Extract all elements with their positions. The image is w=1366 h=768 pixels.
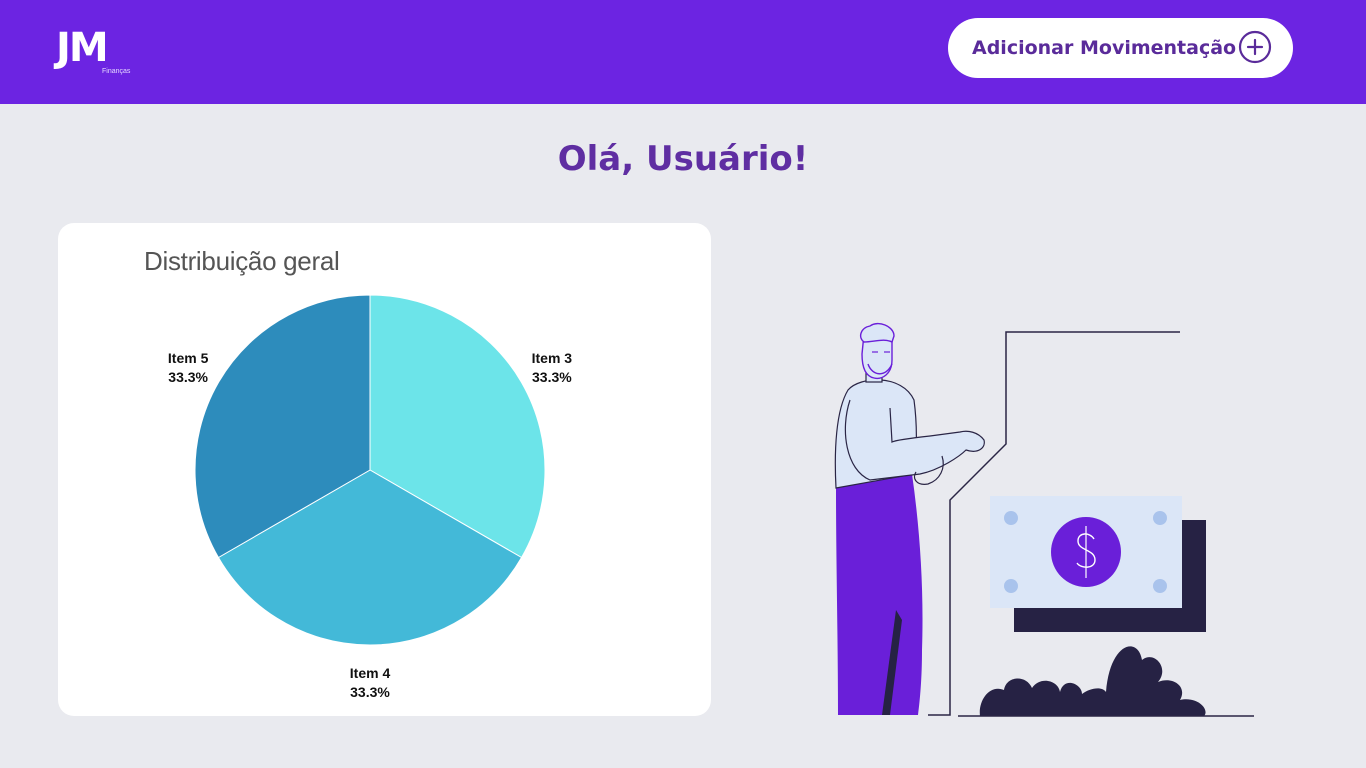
add-transaction-button[interactable]: Adicionar Movimentação (948, 18, 1293, 78)
pie-value-item-4: 33.3% (350, 684, 390, 700)
pie-value-item-5: 33.3% (168, 369, 208, 385)
app-logo[interactable]: JM Finanças (56, 28, 168, 80)
logo-subtext: Finanças (102, 68, 131, 75)
pie-label-item-5: Item 5 (168, 350, 209, 366)
distribution-chart-card: Distribuição geral Item 3 33.3% Item 4 33.3… (58, 223, 711, 716)
pie-value-item-3: 33.3% (532, 369, 572, 385)
pie-label-item-4: Item 4 (350, 665, 391, 681)
logo-text: JM (56, 25, 109, 71)
top-bar: JM Finanças Adicionar Movimentação (0, 0, 1366, 104)
person-with-money-illustration (834, 322, 1254, 717)
pie-label-item-3: Item 3 (532, 350, 573, 366)
page-greeting: Olá, Usuário! (557, 139, 809, 179)
add-transaction-label: Adicionar Movimentação (972, 37, 1237, 59)
plus-circle-icon (1238, 30, 1272, 64)
pie-chart: Item 3 33.3% Item 4 33.3% Item 5 33.3% (168, 294, 573, 700)
